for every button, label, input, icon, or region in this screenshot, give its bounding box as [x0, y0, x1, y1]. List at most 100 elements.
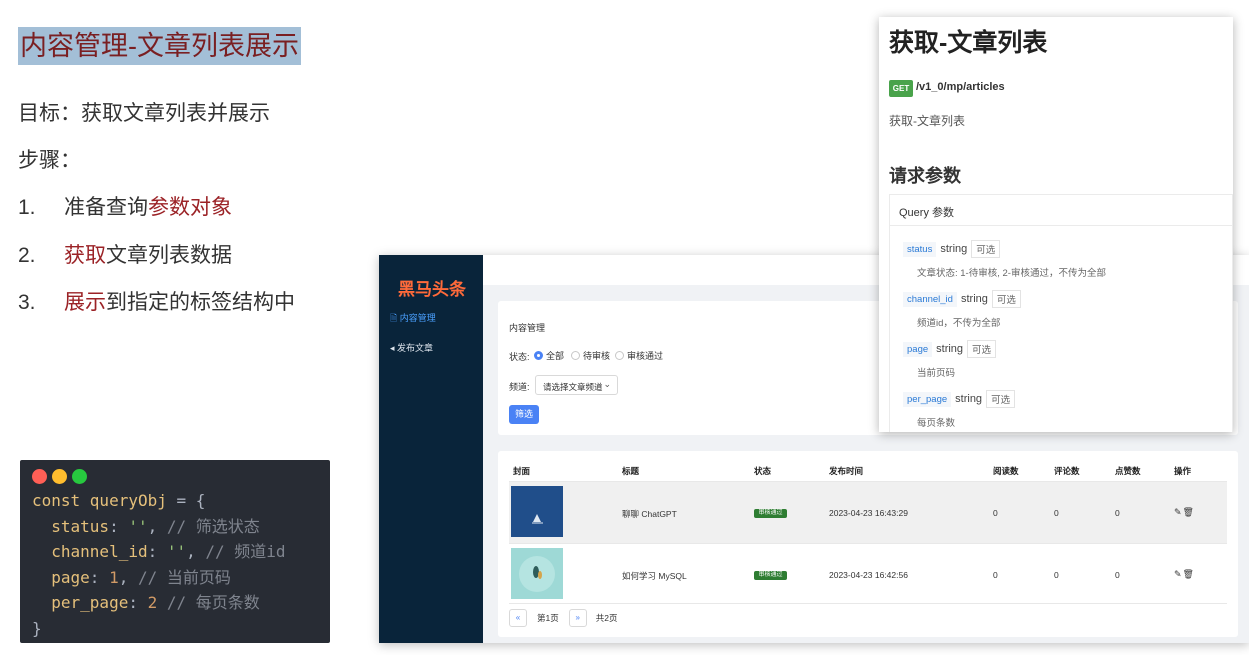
select-placeholder: 请选择文章频道 [543, 382, 603, 392]
slide-steps-label: 步骤： [18, 149, 81, 172]
column-header: 发布时间 [829, 466, 864, 476]
column-header: 状态 [754, 466, 772, 476]
prev-page-button[interactable]: « [509, 609, 527, 627]
column-header: 封面 [513, 466, 531, 476]
radio-checked-icon [534, 351, 543, 360]
channel-select[interactable]: 请选择文章频道 ⌄ [535, 375, 618, 395]
param-status: status string 可选 [903, 240, 1001, 258]
param-type: string [960, 293, 988, 305]
table-row[interactable]: 聊聊 ChatGPT 审核通过 2023-04-23 16:43:29 0 0 … [509, 482, 1227, 543]
http-method-badge: GET [889, 80, 913, 97]
code-prop: page [32, 567, 90, 587]
api-path: /v1_0/mp/articles [916, 81, 1005, 93]
column-header: 评论数 [1054, 466, 1080, 476]
query-heading: Query 参数 [890, 195, 1232, 226]
step-text: 文章列表数据 [106, 244, 232, 267]
radio-label: 全部 [546, 351, 565, 361]
param-name: page [903, 341, 933, 357]
code-string: '' [166, 542, 187, 561]
param-desc: 文章状态: 1-待审核, 2-审核通过，不传为全部 [917, 268, 1106, 279]
step-number: 3. [18, 291, 36, 314]
brand-logo: 黑马头条 [398, 280, 466, 299]
article-title: 如何学习 MySQL [622, 571, 687, 581]
code-keyword: const [32, 491, 90, 510]
code-string: '' [128, 516, 148, 536]
code-punct: : [109, 516, 129, 536]
cover-image [511, 486, 563, 537]
api-description: 获取-文章列表 [889, 114, 965, 128]
pagination: « 第1页 » 共2页 [509, 609, 617, 627]
code-punct: , [147, 516, 167, 536]
status-badge: 审核通过 [754, 571, 787, 580]
radio-unchecked-icon [571, 351, 580, 360]
read-count: 0 [993, 508, 998, 518]
code-comment: // 当前页码 [137, 567, 231, 587]
comment-count: 0 [1054, 570, 1059, 580]
status-radio-pending[interactable]: 待审核 [571, 349, 610, 362]
step-highlight: 展示 [64, 291, 106, 314]
maximize-dot-icon [72, 468, 87, 484]
param-optional: 可选 [971, 240, 1001, 258]
radio-label: 待审核 [583, 351, 611, 361]
article-table: 封面 标题 状态 发布时间 阅读数 评论数 点赞数 操作 聊聊 ChatGPT … [498, 451, 1238, 637]
step-text: 到指定的标签结构中 [106, 291, 295, 314]
slide-title: 内容管理-文章列表展示 [18, 27, 301, 65]
trash-icon[interactable]: 🗑 [1183, 569, 1195, 579]
slide-step-3: 3. 展示到指定的标签结构中 [18, 289, 295, 317]
edit-icon[interactable]: ✎ [1174, 507, 1183, 517]
code-prop: channel_id [32, 542, 148, 561]
slide-step-1: 1. 准备查询参数对象 [18, 194, 232, 222]
param-per-page: per_page string 可选 [903, 390, 1016, 408]
next-page-button[interactable]: » [568, 609, 587, 627]
param-name: channel_id [903, 291, 957, 307]
step-number: 2. [18, 244, 36, 267]
status-label: 状态: [509, 352, 530, 362]
slide-step-2: 2. 获取文章列表数据 [18, 242, 232, 270]
status-radio-all[interactable]: 全部 [534, 349, 564, 362]
like-count: 0 [1115, 570, 1120, 580]
table-row[interactable]: 如何学习 MySQL 审核通过 2023-04-23 16:42:56 0 0 … [509, 544, 1227, 605]
step-text: 准备查询 [64, 196, 148, 219]
code-punct: : [89, 567, 110, 587]
trash-icon[interactable]: 🗑 [1183, 507, 1195, 517]
params-heading: 请求参数 [889, 166, 961, 186]
sidebar-item-publish[interactable]: ◂ 发布文章 [390, 341, 433, 354]
param-channel-id: channel_id string 可选 [903, 290, 1021, 308]
param-optional: 可选 [986, 390, 1016, 408]
comment-count: 0 [1054, 508, 1059, 518]
param-page: page string 可选 [903, 340, 997, 358]
article-title: 聊聊 ChatGPT [622, 509, 677, 519]
code-comment: // 筛选状态 [166, 516, 260, 536]
total-pages: 共2页 [595, 613, 618, 623]
edit-icon[interactable]: ✎ [1174, 569, 1183, 579]
param-desc: 当前页码 [917, 368, 956, 379]
param-type: string [940, 243, 968, 255]
api-doc-panel: 获取-文章列表 GET /v1_0/mp/articles 获取-文章列表 请求… [879, 17, 1233, 432]
code-punct: : [128, 593, 148, 612]
filter-button[interactable]: 筛选 [509, 405, 539, 424]
window-dots [32, 466, 318, 486]
step-highlight: 获取 [64, 244, 106, 267]
param-type: string [936, 343, 964, 355]
code-comment: // 频道id [205, 542, 286, 561]
code-text: const queryObj = { status: '', // 筛选状态 c… [32, 488, 318, 641]
code-number: 2 [147, 593, 158, 612]
sidebar: 黑马头条 🗎 内容管理 ◂ 发布文章 [379, 255, 483, 643]
breadcrumb: 内容管理 [509, 323, 546, 333]
param-name: per_page [903, 391, 952, 407]
code-punct: = { [166, 491, 206, 510]
column-header: 操作 [1174, 466, 1192, 476]
api-title: 获取-文章列表 [889, 29, 1048, 57]
code-prop: per_page [32, 593, 129, 612]
close-dot-icon [32, 468, 47, 484]
radio-label: 审核通过 [627, 351, 664, 361]
sidebar-item-content[interactable]: 🗎 内容管理 [390, 311, 436, 327]
publish-time: 2023-04-23 16:43:29 [829, 508, 908, 518]
status-radio-approved[interactable]: 审核通过 [615, 349, 663, 362]
current-page: 第1页 [537, 613, 559, 623]
status-badge: 审核通过 [754, 509, 787, 518]
code-punct: , [186, 542, 206, 561]
minimize-dot-icon [52, 468, 67, 484]
sidebar-item-label: 内容管理 [399, 313, 436, 323]
code-prop: status [32, 516, 110, 536]
